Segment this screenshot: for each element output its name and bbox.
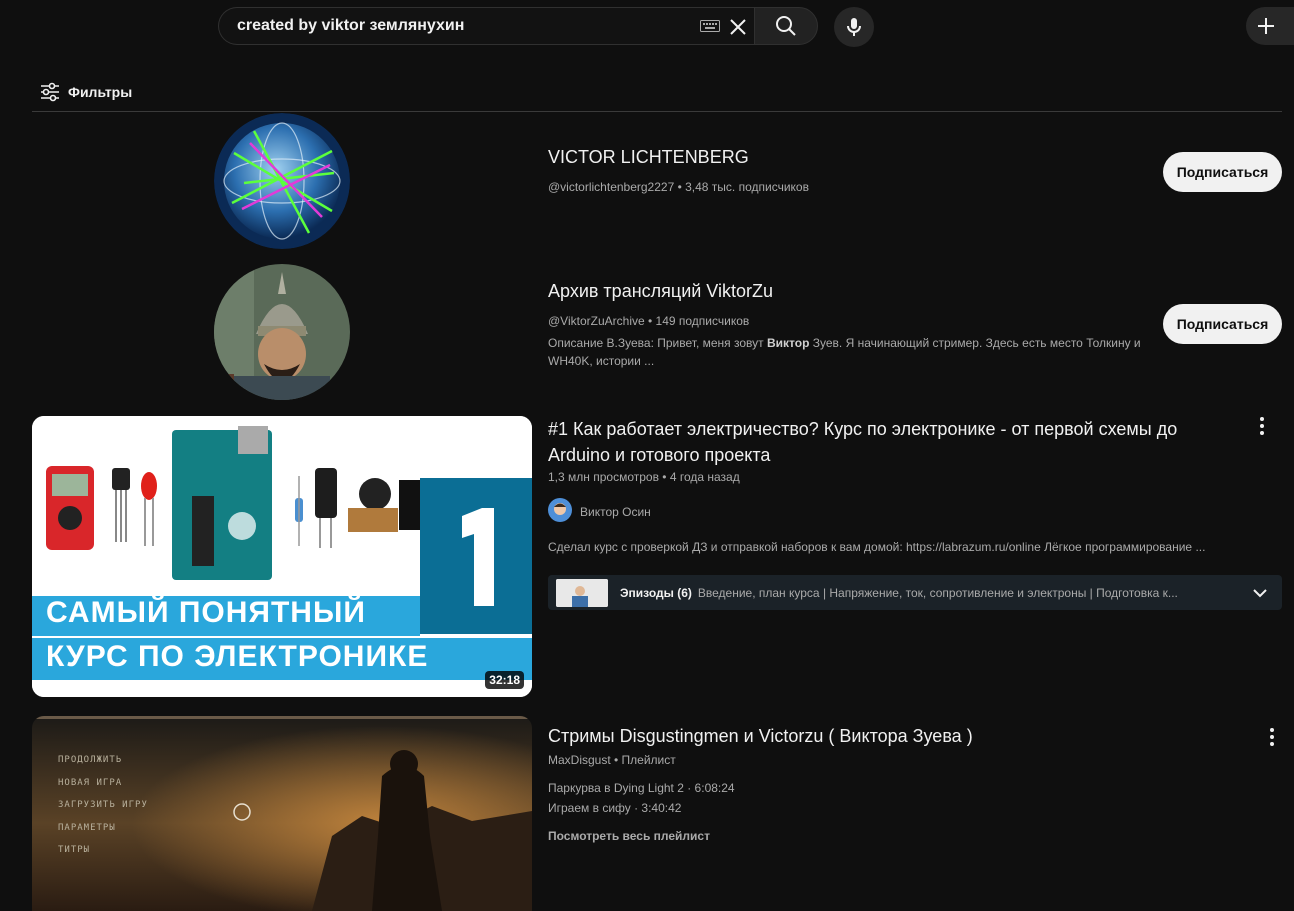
more-options-icon[interactable] [1260, 725, 1284, 749]
game-menu: ПРОДОЛЖИТЬ НОВАЯ ИГРА ЗАГРУЗИТЬ ИГРУ ПАР… [58, 755, 148, 855]
search-button[interactable] [754, 7, 818, 45]
microphone-icon [847, 18, 861, 36]
subscribe-button[interactable]: Подписаться [1163, 152, 1282, 192]
video-channel-name[interactable]: Виктор Осин [580, 505, 651, 519]
clear-search-icon[interactable] [728, 17, 748, 37]
video-description: Сделал курс с проверкой ДЗ и отправкой н… [548, 540, 1206, 554]
playlist-title[interactable]: Стримы Disgustingmen и Victorzu ( Виктор… [548, 723, 973, 749]
plus-icon [1258, 18, 1274, 34]
video-title[interactable]: #1 Как работает электричество? Курс по э… [548, 416, 1228, 468]
filters-divider [32, 111, 1282, 112]
filters-button[interactable]: Фильтры [38, 80, 132, 104]
voice-search-button[interactable] [834, 7, 874, 47]
channel-meta: @victorlichtenberg2227 • 3,48 тыс. подпи… [548, 180, 809, 194]
search-input[interactable] [235, 16, 699, 36]
channel-avatar-icon[interactable] [548, 498, 572, 522]
video-duration: 32:18 [485, 671, 524, 689]
search-icon [776, 16, 796, 36]
channel-avatar[interactable] [214, 113, 350, 249]
subscribe-button[interactable]: Подписаться [1163, 304, 1282, 344]
globe-avatar-image [214, 113, 350, 249]
filters-label: Фильтры [68, 84, 133, 100]
episodes-list: Введение, план курса | Напряжение, ток, … [697, 585, 1178, 600]
channel-avatar[interactable] [214, 264, 350, 400]
channel-title[interactable]: Архив трансляций ViktorZu [548, 281, 773, 302]
episode-thumbnail-image [556, 578, 608, 607]
more-options-icon[interactable] [1250, 414, 1274, 438]
channel-title[interactable]: VICTOR LICHTENBERG [548, 147, 749, 168]
keyboard-icon[interactable] [700, 20, 720, 32]
search-box[interactable] [218, 7, 754, 45]
playlist-thumbnail[interactable]: ПРОДОЛЖИТЬ НОВАЯ ИГРА ЗАГРУЗИТЬ ИГРУ ПАР… [32, 716, 532, 911]
playlist-item[interactable]: Играем в сифу · 3:40:42 [548, 801, 681, 815]
chevron-down-icon[interactable] [1248, 581, 1272, 605]
filter-sliders-icon [41, 82, 59, 102]
channel-description: Описание В.Зуева: Привет, меня зовут Вик… [548, 336, 1141, 368]
video-thumbnail[interactable]: САМЫЙ ПОНЯТНЫЙ КУРС ПО ЭЛЕКТРОНИКЕ 32:18 [32, 416, 532, 697]
thumbnail-text-line1: САМЫЙ ПОНЯТНЫЙ [46, 596, 366, 629]
view-full-playlist-link[interactable]: Посмотреть весь плейлист [548, 829, 710, 843]
thumbnail-text-line2: КУРС ПО ЭЛЕКТРОНИКЕ [46, 640, 429, 673]
episode-thumbnail [556, 578, 608, 607]
channel-meta: @ViktorZuArchive • 149 подписчиков [548, 314, 750, 328]
episodes-label: Эпизоды (6) [620, 585, 692, 600]
create-button[interactable] [1246, 7, 1294, 45]
playlist-meta[interactable]: MaxDisgust • Плейлист [548, 753, 676, 767]
warrior-avatar-image [214, 264, 350, 400]
episodes-bar[interactable]: Эпизоды (6) Введение, план курса | Напря… [548, 575, 1282, 610]
video-meta: 1,3 млн просмотров • 4 года назад [548, 470, 740, 484]
playlist-item[interactable]: Паркурва в Dying Light 2 · 6:08:24 [548, 781, 735, 795]
